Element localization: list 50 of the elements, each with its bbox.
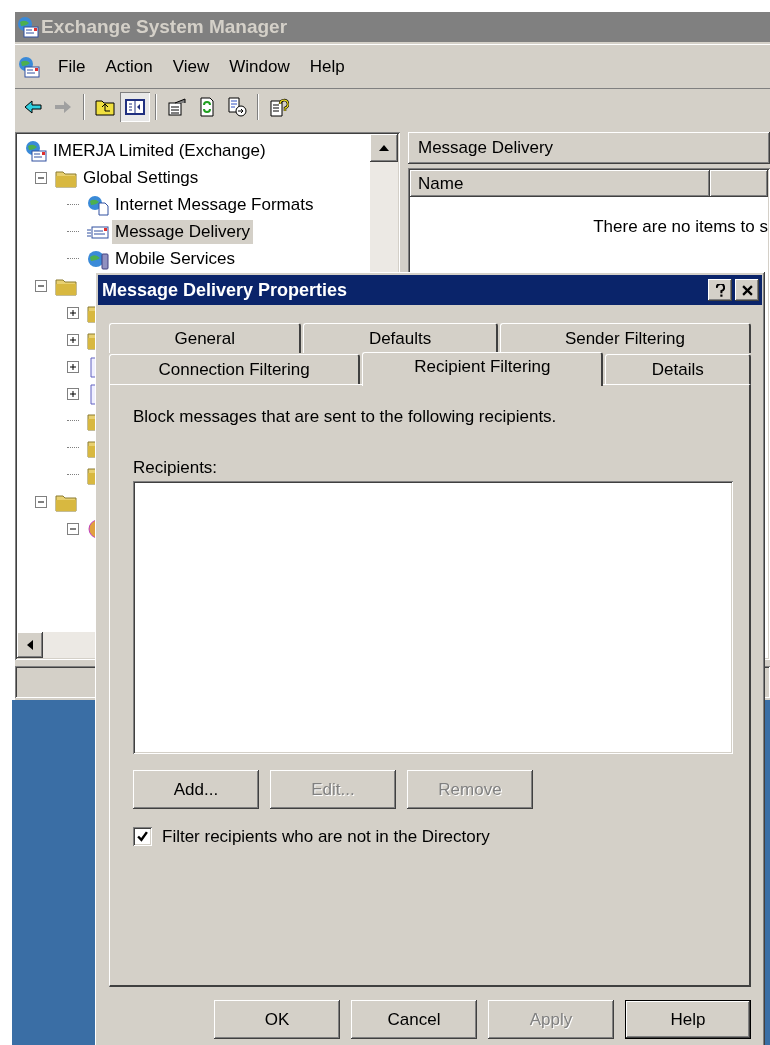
tab[interactable]: Sender Filtering (499, 323, 751, 353)
tree-item[interactable]: IMERJA Limited (Exchange) (50, 138, 269, 163)
scroll-left-button[interactable] (17, 632, 43, 658)
checkbox[interactable] (133, 827, 152, 847)
expand-box[interactable] (67, 306, 79, 319)
menu-item[interactable]: Window (219, 53, 300, 80)
recipients-label: Recipients: (133, 458, 219, 478)
collapse-box[interactable] (35, 171, 47, 184)
tab[interactable]: Connection Filtering (109, 354, 361, 384)
globe-envelope-icon (25, 139, 47, 162)
column-header[interactable]: Name (410, 170, 710, 197)
dialog-button[interactable]: Add... (133, 770, 259, 809)
menu-item[interactable]: Action (95, 53, 163, 80)
dialog-button[interactable]: OK (214, 1000, 340, 1039)
left-triangle-icon (27, 640, 33, 650)
globe-document-icon (87, 193, 109, 216)
menu-item[interactable]: Help (299, 53, 355, 80)
description-text: Block messages that are sent to the following recipients. (133, 407, 558, 427)
tree-item[interactable]: Internet Message Formats (112, 192, 317, 217)
tree-item[interactable]: Global Settings (80, 165, 202, 190)
tree-item[interactable]: Message Delivery (112, 219, 254, 244)
checkbox-label: Filter recipients who are not in the Directory (162, 826, 490, 848)
collapse-box[interactable] (67, 522, 79, 535)
expand-box[interactable] (67, 333, 79, 346)
expand-box[interactable] (67, 360, 79, 373)
pane-title: Message Delivery (418, 137, 554, 160)
tab[interactable]: Recipient Filtering (362, 352, 604, 386)
menu-item[interactable]: File (48, 53, 96, 80)
menu-item[interactable]: View (162, 53, 220, 80)
globe-envelope-icon (17, 16, 39, 38)
expand-box[interactable] (67, 387, 79, 400)
empty-list-message: There are no items to s (593, 216, 768, 238)
column-header[interactable] (710, 170, 768, 197)
up-triangle-icon (379, 145, 389, 151)
tab[interactable]: Defaults (303, 323, 498, 353)
tree-pane-icon[interactable] (120, 91, 150, 122)
help-icon[interactable] (708, 279, 732, 301)
tab[interactable]: Details (605, 354, 751, 384)
globe-envelope-icon (18, 55, 40, 78)
dialog-title: Message Delivery Properties (102, 278, 348, 302)
tab[interactable]: General (109, 323, 302, 353)
collapse-box[interactable] (35, 279, 47, 292)
dialog-button[interactable]: Cancel (351, 1000, 477, 1039)
tree-item[interactable]: Mobile Services (112, 246, 238, 271)
close-icon[interactable] (735, 279, 759, 301)
window-title: Exchange System Manager (41, 14, 288, 39)
scroll-up-button[interactable] (370, 134, 398, 162)
checkmark-icon (137, 831, 148, 843)
dialog-button[interactable]: Help (625, 1000, 751, 1039)
collapse-box[interactable] (35, 495, 47, 508)
